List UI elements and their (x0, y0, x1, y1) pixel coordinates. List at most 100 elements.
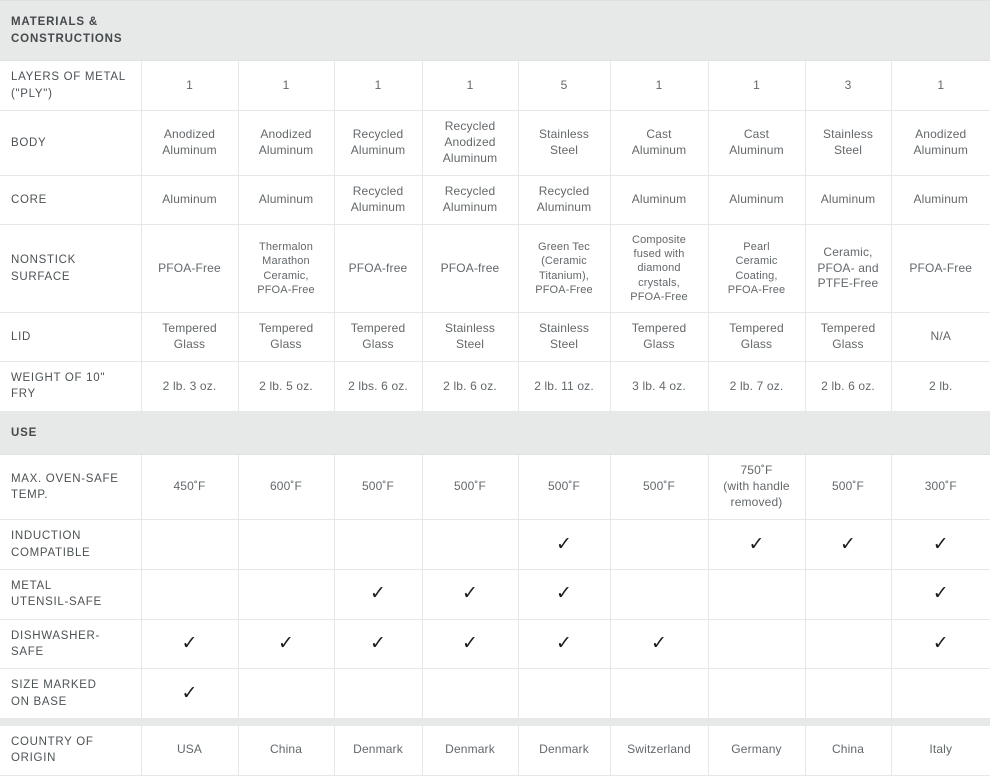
section-title: MATERIALS & CONSTRUCTIONS (11, 16, 123, 45)
cell-value: 2 lb. 6 oz. (443, 378, 497, 393)
cell-value: Composite fused with diamond crystals, P… (630, 233, 688, 303)
cell-value: 1 (753, 77, 760, 92)
cell-value: Anodized Aluminum (162, 126, 217, 157)
table-cell: Anodized Aluminum (891, 110, 990, 176)
empty-cell (713, 643, 801, 644)
empty-cell (146, 594, 234, 595)
table-cell: Denmark (518, 725, 611, 776)
cell-value: Ceramic, PFOA- and PTFE-Free (817, 244, 879, 291)
cell-value: Recycled Aluminum (350, 183, 406, 214)
table-cell: ✓ (708, 519, 806, 570)
row-label-cell: SIZE MARKED ON BASE (0, 668, 142, 719)
table-cell (334, 519, 423, 570)
table-cell (708, 569, 806, 620)
cell-value: Green Tec (Ceramic Titanium), PFOA-Free (535, 240, 593, 296)
table-cell: 2 lb. 6 oz. (805, 361, 892, 412)
table-row: LID Tempered Glass Tempered Glass Tempered … (0, 312, 990, 363)
table-cell: 1 (610, 60, 709, 111)
table-cell: 1 (422, 60, 519, 111)
cell-value: 1 (466, 77, 474, 92)
empty-cell (339, 693, 418, 694)
row-label: LAYERS OF METAL ("PLY") (11, 71, 126, 100)
cell-value: PFOA-free (348, 260, 408, 275)
row-label: MAX. OVEN-SAFE TEMP. (11, 473, 119, 502)
cell-value: Tempered Glass (162, 321, 217, 352)
table-cell: ✓ (238, 619, 335, 670)
table-cell: PFOA-Free (891, 224, 990, 314)
table-cell: Cast Aluminum (708, 110, 806, 176)
table-cell (610, 668, 709, 719)
table-cell: ✓ (891, 519, 990, 570)
table-cell (238, 519, 335, 570)
cell-value: 2 lb. 6 oz. (821, 378, 875, 393)
table-cell: Denmark (422, 725, 519, 776)
cell-value: 1 (374, 77, 382, 92)
empty-cell (810, 594, 887, 595)
table-cell: 2 lb. 3 oz. (141, 361, 239, 412)
table-cell: Green Tec (Ceramic Titanium), PFOA-Free (518, 224, 611, 314)
empty-cell (810, 693, 887, 694)
row-label-cell: CORE (0, 175, 142, 225)
checkmark-icon: ✓ (370, 631, 386, 654)
table-cell: 1 (238, 60, 335, 111)
cell-value: 500˚F (361, 479, 395, 494)
empty-cell (615, 693, 704, 694)
cell-value: Recycled Aluminum (442, 183, 498, 214)
table-cell: Germany (708, 725, 806, 776)
table-row: COUNTRY OF ORIGIN USA China Denmark Denmark D… (0, 725, 990, 776)
empty-cell (896, 693, 987, 694)
table-cell: 300˚F (891, 454, 990, 521)
empty-cell (243, 544, 330, 545)
empty-cell (339, 544, 418, 545)
table-cell (422, 519, 519, 570)
table-row: MAX. OVEN-SAFE TEMP. 450˚F 600˚F 500˚F 500˚F… (0, 454, 990, 521)
table-cell: Thermalon Marathon Ceramic, PFOA-Free (238, 224, 335, 314)
cell-value: Anodized Aluminum (913, 126, 969, 157)
row-label-cell: METAL UTENSIL-SAFE (0, 569, 142, 620)
table-cell: Aluminum (708, 175, 806, 225)
table-cell: Recycled Aluminum (422, 175, 519, 225)
table-cell: Aluminum (238, 175, 335, 225)
empty-cell (427, 693, 514, 694)
table-cell: PFOA-free (334, 224, 423, 314)
row-label: WEIGHT OF 10" FRY (11, 372, 106, 401)
table-cell: Tempered Glass (334, 312, 423, 363)
cell-value: Recycled Anodized Aluminum (442, 119, 498, 165)
table-row: METAL UTENSIL-SAFE ✓ ✓ ✓ ✓ (0, 569, 990, 620)
checkmark-icon: ✓ (556, 582, 572, 605)
cell-value: Tempered Glass (258, 321, 314, 352)
table-cell: Tempered Glass (805, 312, 892, 363)
table-cell: 3 (805, 60, 892, 111)
table-cell: ✓ (141, 619, 239, 670)
row-label-cell: DISHWASHER-SAFE (0, 619, 142, 670)
table-cell: Switzerland (610, 725, 709, 776)
table-cell (238, 569, 335, 620)
table-cell: Italy (891, 725, 990, 776)
table-row: DISHWASHER-SAFE ✓ ✓ ✓ ✓ ✓ ✓ ✓ (0, 619, 990, 670)
row-label: DISHWASHER-SAFE (11, 629, 101, 658)
table-cell (422, 668, 519, 719)
table-cell: Recycled Aluminum (518, 175, 611, 225)
row-label-cell: LID (0, 312, 142, 363)
row-label: BODY (11, 136, 47, 149)
cell-value: 1 (655, 77, 663, 92)
row-separator-band (0, 718, 990, 726)
table-cell: ✓ (422, 569, 519, 620)
cell-value: 1 (282, 77, 290, 92)
table-cell: Tempered Glass (238, 312, 335, 363)
row-label: SIZE MARKED ON BASE (11, 679, 97, 708)
table-cell: Stainless Steel (805, 110, 892, 176)
section-header-cell: USE (0, 410, 990, 456)
table-cell: ✓ (334, 619, 423, 670)
cell-value: 2 lb. (929, 378, 953, 393)
table-cell: 2 lb. 7 oz. (708, 361, 806, 412)
cell-value: 2 lb. 5 oz. (259, 378, 313, 393)
empty-cell (146, 544, 234, 545)
table-cell: 2 lb. 11 oz. (518, 361, 611, 412)
checkmark-icon: ✓ (556, 631, 572, 654)
cell-value: China (269, 742, 303, 757)
row-label: METAL UTENSIL-SAFE (11, 580, 102, 609)
table-cell: Recycled Anodized Aluminum (422, 110, 519, 176)
cell-value: Tempered Glass (350, 321, 406, 352)
table-row: INDUCTION COMPATIBLE ✓ ✓ ✓ ✓ (0, 519, 990, 570)
